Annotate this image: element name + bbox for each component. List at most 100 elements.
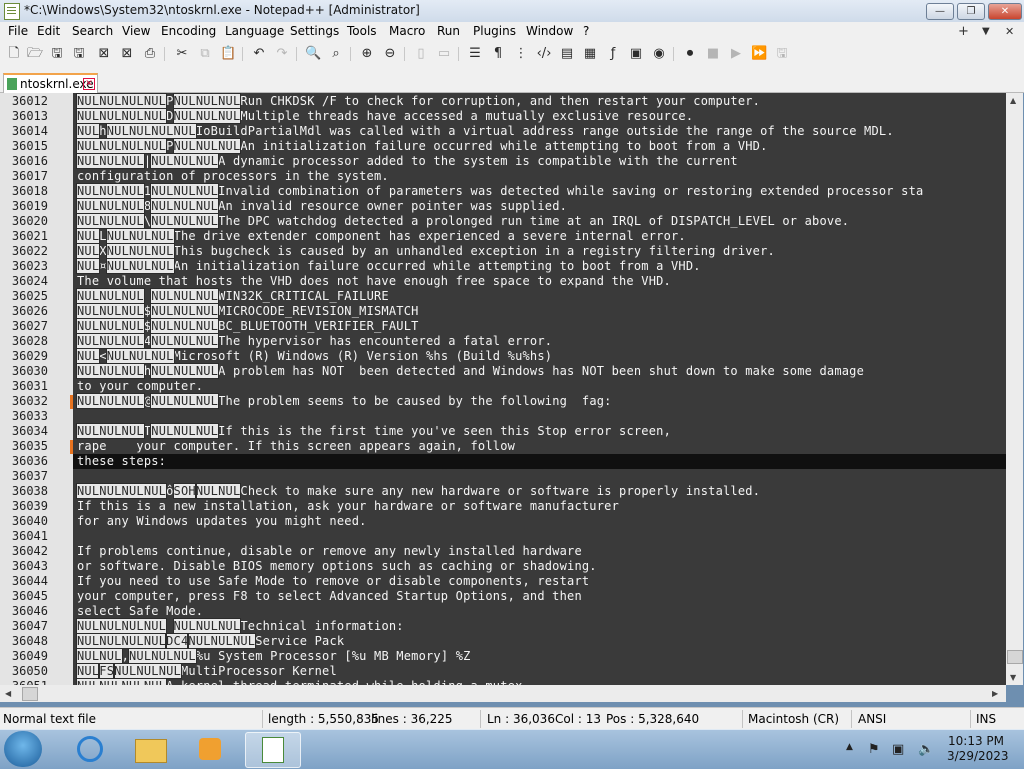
play-macro-icon[interactable]: ▶ (728, 46, 744, 62)
document-list-icon[interactable]: ▦ (582, 46, 598, 62)
scroll-left-arrow-icon[interactable]: ◀ (5, 689, 11, 698)
zoom-in-icon[interactable]: ⊕ (359, 46, 375, 62)
status-eol-format[interactable]: Macintosh (CR) (748, 712, 839, 726)
text-line[interactable]: NUL¤NULNULNULAn initialization failure o… (75, 258, 701, 274)
clock-date[interactable]: 3/29/2023 (947, 749, 1009, 763)
show-hidden-icons-icon[interactable]: ▲ (846, 742, 853, 752)
scroll-down-arrow-icon[interactable]: ▼ (1010, 673, 1016, 682)
text-line[interactable]: NULNULNUL|NULNULNULA dynamic processor a… (76, 153, 738, 169)
text-line[interactable]: NULNULNULNULDNULNULNULMultiple threads h… (75, 108, 693, 124)
tab-list-dropdown[interactable]: ▼ (982, 26, 990, 37)
text-line[interactable]: NULNULNUL@NULNULNULThe problem seems to … (76, 393, 612, 409)
sync-horizontal-icon[interactable]: ▭ (436, 46, 452, 62)
save-icon[interactable]: 🖫 (49, 46, 65, 62)
text-line[interactable]: NULNULNUL NULNULNULWIN32K_CRITICAL_FAILU… (76, 288, 389, 304)
menu-plugins[interactable]: Plugins (473, 24, 516, 38)
menu-run[interactable]: Run (437, 24, 460, 38)
text-line[interactable]: NULNULNUL$NULNULNULMICROCODE_REVISION_MI… (76, 303, 419, 319)
volume-icon[interactable]: 🔈 (918, 742, 934, 757)
record-macro-icon[interactable]: ⏺ (682, 46, 698, 62)
tab-close-icon[interactable]: ✕ (83, 78, 95, 90)
vertical-scrollbar[interactable]: ▲ ▼ (1006, 93, 1023, 685)
horizontal-scrollbar[interactable]: ◀ ▶ (0, 685, 1006, 702)
text-line[interactable]: NULNULNUL4NULNULNULThe hypervisor has en… (76, 333, 552, 349)
new-tab-button[interactable]: + (958, 24, 969, 39)
text-line[interactable]: NULNULNULNULDC4NULNULNULService Pack (75, 633, 344, 649)
text-line[interactable]: NULNULNULNULPNULNULNULAn initialization … (75, 138, 768, 154)
run-macro-multiple-icon[interactable]: ⏩ (751, 46, 767, 62)
text-line[interactable]: NULXNULNULNULThis bugcheck is caused by … (75, 243, 775, 259)
stop-macro-icon[interactable]: ■ (705, 46, 721, 62)
close-document-button[interactable]: ✕ (1005, 25, 1014, 38)
notepadpp-taskbar-icon[interactable] (245, 732, 301, 768)
text-line[interactable]: NULNUL,NULNULNUL%u System Processor [%u … (76, 648, 471, 664)
menu-language[interactable]: Language (225, 24, 284, 38)
new-file-icon[interactable]: 🗋 (6, 46, 22, 62)
internet-explorer-icon[interactable] (63, 732, 117, 766)
text-line[interactable]: NULNULNULTNULNULNULIf this is the first … (76, 423, 671, 439)
text-line[interactable]: or software. Disable BIOS memory options… (77, 559, 597, 573)
text-line[interactable]: NULNULNUL1NULNULNULInvalid combination o… (76, 183, 923, 199)
status-encoding[interactable]: ANSI (858, 712, 886, 726)
text-line[interactable]: these steps: (77, 454, 166, 468)
close-all-icon[interactable]: ⊠ (119, 46, 135, 62)
xml-tags-icon[interactable]: ‹/› (536, 46, 552, 62)
text-line[interactable]: NULNULNUL\NULNULNULThe DPC watchdog dete… (76, 213, 849, 229)
function-list-icon[interactable]: ƒ (605, 46, 621, 62)
notepadpp-app-icon[interactable] (4, 3, 20, 20)
text-line[interactable]: If problems continue, disable or remove … (77, 544, 582, 558)
text-line[interactable]: NULNULNULNULPNULNULNULRun CHKDSK /F to c… (75, 93, 760, 109)
media-player-icon[interactable] (183, 732, 237, 766)
scroll-up-arrow-icon[interactable]: ▲ (1010, 96, 1016, 105)
menu-tools[interactable]: Tools (347, 24, 377, 38)
text-line[interactable]: If this is a new installation, ask your … (77, 499, 619, 513)
text-line[interactable]: The volume that hosts the VHD does not h… (77, 274, 671, 288)
vertical-scroll-thumb[interactable] (1007, 650, 1023, 664)
show-all-characters-icon[interactable]: ¶ (490, 46, 506, 62)
text-line[interactable]: NUL<NULNULNULMicrosoft (R) Windows (R) V… (75, 348, 552, 364)
cut-icon[interactable]: ✂ (174, 46, 190, 62)
text-line[interactable]: for any Windows updates you might need. (77, 514, 367, 528)
network-icon[interactable]: ▣ (892, 742, 904, 757)
text-line[interactable]: NULNULNULNULôSOHNULNULCheck to make sure… (75, 483, 760, 499)
file-explorer-icon[interactable] (123, 732, 177, 766)
zoom-out-icon[interactable]: ⊖ (382, 46, 398, 62)
find-icon[interactable]: 🔍 (305, 46, 321, 62)
text-line[interactable]: NULhNULNULNULNULIoBuildPartialMdl was ca… (75, 123, 894, 139)
text-line[interactable]: configuration of processors in the syste… (77, 169, 389, 183)
menu-edit[interactable]: Edit (37, 24, 60, 38)
horizontal-scroll-thumb[interactable] (22, 687, 38, 701)
menu-search[interactable]: Search (72, 24, 113, 38)
folder-workspace-icon[interactable]: ▣ (628, 46, 644, 62)
menu-encoding[interactable]: Encoding (161, 24, 216, 38)
menu-settings[interactable]: Settings (290, 24, 339, 38)
status-insert-mode[interactable]: INS (976, 712, 996, 726)
text-line[interactable]: NULNULNULhNULNULNULA problem has NOT bee… (76, 363, 864, 379)
text-line[interactable]: NULNULNUL8NULNULNULAn invalid resource o… (76, 198, 567, 214)
text-line[interactable]: to your computer. (77, 379, 203, 393)
text-line[interactable]: If you need to use Safe Mode to remove o… (77, 574, 589, 588)
word-wrap-icon[interactable]: ☰ (467, 46, 483, 62)
text-line[interactable]: your computer, press F8 to select Advanc… (77, 589, 582, 603)
redo-icon[interactable]: ↷ (274, 46, 290, 62)
minimize-button[interactable]: — (926, 3, 954, 20)
indent-guide-icon[interactable]: ⋮ (513, 46, 529, 62)
text-line[interactable]: NULLNULNULNULThe drive extender componen… (75, 228, 686, 244)
maximize-button[interactable]: ❐ (957, 3, 985, 20)
action-center-flag-icon[interactable]: ⚑ (868, 742, 880, 757)
start-button-icon[interactable] (4, 731, 42, 767)
monitoring-icon[interactable]: ◉ (651, 46, 667, 62)
copy-icon[interactable]: ⧉ (197, 46, 213, 62)
text-line[interactable]: select Safe Mode. (77, 604, 203, 618)
menu-window[interactable]: Window (526, 24, 573, 38)
scroll-right-arrow-icon[interactable]: ▶ (992, 689, 998, 698)
menu-help[interactable]: ? (583, 24, 589, 38)
text-line[interactable]: NULNULNULNUL NULNULNULTechnical informat… (75, 618, 404, 634)
editor-text-area[interactable]: NULNULNULNULPNULNULNULRun CHKDSK /F to c… (73, 93, 1006, 685)
text-line[interactable]: NULFSNULNULNULMultiProcessor Kernel (75, 663, 337, 679)
save-macro-icon[interactable]: 🖫 (774, 46, 790, 62)
save-all-icon[interactable]: 🖫 (71, 46, 87, 62)
close-button[interactable]: ✕ (988, 3, 1022, 20)
undo-icon[interactable]: ↶ (251, 46, 267, 62)
paste-icon[interactable]: 📋 (220, 46, 236, 62)
